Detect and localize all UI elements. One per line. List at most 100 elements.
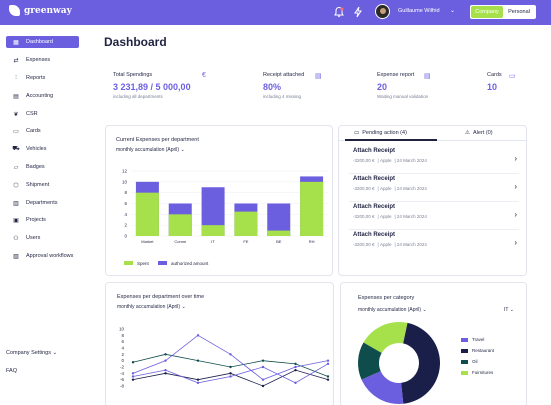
kpi-sub: Waiting manual validation <box>377 94 429 99</box>
sidebar-item-departments[interactable]: ▥ Departments <box>6 197 79 209</box>
data-point <box>164 372 167 375</box>
notification-bell-icon[interactable] <box>333 6 345 18</box>
kpi-label: Expense report <box>377 72 415 78</box>
sidebar-item-approval-workflows[interactable]: ▧ Approval workflows <box>6 250 79 262</box>
sidebar-item-label: Dashboard <box>26 39 53 45</box>
sidebar-item-label: Shipment <box>26 182 50 188</box>
kpi-receipt-attached: Receipt attached 80% including 4 missing <box>263 72 304 99</box>
top-bar: greenway Guillaume Wilfrid ⌄ Company Per… <box>0 0 551 25</box>
sidebar-item-vehicles[interactable]: ⛟ Vehicles <box>6 143 79 155</box>
action-title: Attach Receipt <box>353 204 396 210</box>
list-item[interactable]: Attach Receipt -3200,00 € | Apple | 24 Mar… <box>353 232 523 256</box>
divider <box>349 201 519 202</box>
tab-label: Alert (0) <box>473 130 493 136</box>
date: 24 March 2024 <box>396 158 427 163</box>
folder-icon: ▣ <box>13 217 19 224</box>
sidebar-item-csr[interactable]: ❦ CSR <box>6 108 79 120</box>
data-point <box>196 334 200 337</box>
x-tick-label: BE <box>276 239 282 244</box>
sidebar-item-shipment[interactable]: ⬡ Shipment <box>6 179 79 191</box>
merchant: Apple <box>379 214 392 219</box>
bar-spent <box>300 181 324 236</box>
company-settings-link[interactable]: Company Settings ⌄ <box>6 350 57 356</box>
sidebar-item-projects[interactable]: ▣ Projects <box>6 214 79 226</box>
y-tick-label: 10 <box>119 327 125 332</box>
y-tick-label: -6 <box>120 377 124 382</box>
y-tick-label: 8 <box>124 190 127 195</box>
sidebar-item-expenses[interactable]: ⇄ Expenses <box>6 54 79 66</box>
list-item[interactable]: Attach Receipt -3200,00 € | Apple | 24 Mar… <box>353 176 523 200</box>
users-icon: ⚇ <box>13 235 19 242</box>
sidebar-item-badges[interactable]: ▱ Badges <box>6 161 79 173</box>
divider <box>349 173 519 174</box>
active-tab-indicator <box>345 139 437 141</box>
legend-item: Fuirnitures <box>461 370 493 375</box>
user-name[interactable]: Guillaume Wilfrid <box>398 8 440 14</box>
date: 24 March 2024 <box>396 186 427 191</box>
company-settings-label: Company Settings <box>6 350 51 356</box>
car-icon: ⛟ <box>12 146 20 152</box>
department-select[interactable]: IT ⌄ <box>504 307 514 313</box>
chevron-down-icon: ⌄ <box>52 350 58 356</box>
legend-swatch-authorized <box>158 261 167 265</box>
tab-alert[interactable]: ⚠ Alert (0) <box>465 126 493 141</box>
sidebar-item-reports[interactable]: ⫶ Reports <box>6 72 79 84</box>
chevron-right-icon[interactable]: › <box>514 154 517 163</box>
over-time-card: Expenses per department over time monthl… <box>105 282 334 405</box>
list-item[interactable]: Attach Receipt -3200,00 € | Apple | 24 Mar… <box>353 204 523 228</box>
data-point <box>294 362 297 366</box>
kpi-total-spendings: Total Spendings 3 231,89 / 5 000,00 incl… <box>113 72 191 99</box>
x-tick-label: Comm <box>174 239 186 244</box>
brand-logo[interactable]: greenway <box>9 5 72 16</box>
data-point <box>294 365 297 369</box>
bar-spent <box>135 192 159 236</box>
account-switch[interactable]: Company Personal <box>470 5 536 19</box>
chevron-right-icon[interactable]: › <box>514 182 517 191</box>
data-point <box>131 361 135 364</box>
chevron-right-icon[interactable]: › <box>514 238 517 247</box>
y-tick-label: 4 <box>124 212 127 217</box>
legend-item: Restaurant <box>461 348 494 353</box>
tabs: ▭ Pending action (4) ⚠ Alert (0) <box>339 126 526 141</box>
lightning-icon[interactable] <box>352 6 364 18</box>
data-point <box>326 359 330 362</box>
list-item[interactable]: Attach Receipt -3200,00 € | Apple | 24 Mar… <box>353 148 523 172</box>
legend-item: Oil <box>461 359 478 364</box>
legend-swatch <box>461 348 468 353</box>
chevron-right-icon[interactable]: › <box>514 210 517 219</box>
legend-swatch-spent <box>124 261 133 265</box>
ledger-icon: ▤ <box>13 93 19 100</box>
sidebar: ▦ Dashboard ⇄ Expenses ⫶ Reports ▤ Accountin… <box>0 25 90 405</box>
faq-link[interactable]: FAQ <box>6 368 17 374</box>
pie-slice <box>401 322 440 404</box>
switch-personal[interactable]: Personal <box>503 6 535 18</box>
period-filter[interactable]: monthly accumulation (April) ⌄ <box>358 307 427 313</box>
sidebar-item-label: Badges <box>26 164 45 170</box>
inbox-icon: ▭ <box>354 130 360 136</box>
kpi-label: Receipt attached <box>263 72 305 78</box>
building-icon: ▥ <box>13 200 19 207</box>
sidebar-item-accounting[interactable]: ▤ Accounting <box>6 90 79 102</box>
department-select-value: IT <box>504 307 509 313</box>
data-point <box>326 362 330 366</box>
avatar[interactable] <box>375 4 390 19</box>
sidebar-item-label: Accounting <box>26 93 54 99</box>
legend-label: Travel <box>472 337 485 342</box>
data-point <box>196 359 200 362</box>
sidebar-item-label: Expenses <box>26 57 51 63</box>
legend-label: Oil <box>472 359 478 364</box>
y-tick-label: -2 <box>120 365 124 370</box>
data-point <box>261 359 265 362</box>
per-category-card: Expenses per category monthly accumulati… <box>340 282 527 405</box>
sidebar-item-cards[interactable]: ▭ Cards <box>6 125 79 137</box>
switch-company[interactable]: Company <box>471 6 503 18</box>
sidebar-item-users[interactable]: ⚇ Users <box>6 232 79 244</box>
tab-label: Pending action (4) <box>362 130 407 136</box>
chevron-down-icon[interactable]: ⌄ <box>450 7 455 14</box>
data-point <box>196 381 200 385</box>
grid-icon: ▦ <box>13 39 19 46</box>
legend-swatch <box>461 359 468 364</box>
y-tick-label: -4 <box>120 371 124 376</box>
sidebar-item-dashboard[interactable]: ▦ Dashboard <box>6 36 79 48</box>
chevron-down-icon: ⌄ <box>422 307 427 313</box>
